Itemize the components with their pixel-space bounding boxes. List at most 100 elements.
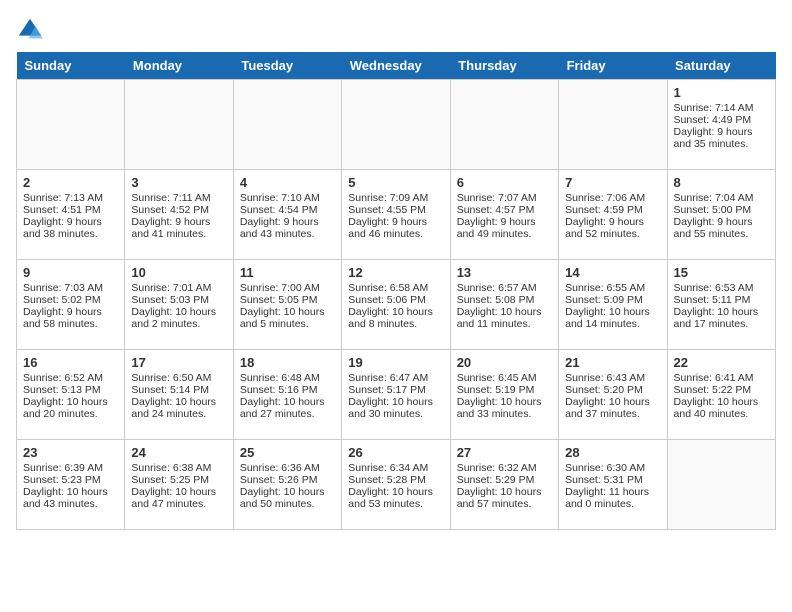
sunrise-text: Sunrise: 7:13 AM <box>23 192 118 204</box>
daylight-text: Daylight: 10 hours and 14 minutes. <box>565 306 660 330</box>
sunset-text: Sunset: 5:17 PM <box>348 384 443 396</box>
daylight-text: Daylight: 10 hours and 27 minutes. <box>240 396 335 420</box>
calendar-cell <box>17 80 125 170</box>
sunset-text: Sunset: 5:19 PM <box>457 384 552 396</box>
day-number: 20 <box>457 355 552 370</box>
sunrise-text: Sunrise: 6:41 AM <box>674 372 769 384</box>
sunset-text: Sunset: 4:57 PM <box>457 204 552 216</box>
sunrise-text: Sunrise: 6:53 AM <box>674 282 769 294</box>
day-number: 8 <box>674 175 769 190</box>
sunset-text: Sunset: 5:28 PM <box>348 474 443 486</box>
sunset-text: Sunset: 5:31 PM <box>565 474 660 486</box>
calendar-cell: 14Sunrise: 6:55 AMSunset: 5:09 PMDayligh… <box>559 260 667 350</box>
logo <box>16 16 48 44</box>
column-header-friday: Friday <box>559 52 667 80</box>
calendar-cell: 22 Sunrise: 6:41 AMSunset: 5:22 PMDayligh… <box>667 350 775 440</box>
day-number: 16 <box>23 355 118 370</box>
daylight-text: Daylight: 9 hours and 41 minutes. <box>131 216 226 240</box>
sunset-text: Sunset: 5:06 PM <box>348 294 443 306</box>
day-number: 10 <box>131 265 226 280</box>
day-number: 12 <box>348 265 443 280</box>
daylight-text: Daylight: 10 hours and 2 minutes. <box>131 306 226 330</box>
daylight-text: Daylight: 10 hours and 11 minutes. <box>457 306 552 330</box>
sunrise-text: Sunrise: 7:00 AM <box>240 282 335 294</box>
calendar-week-row: 23Sunrise: 6:39 AMSunset: 5:23 PMDayligh… <box>17 440 776 530</box>
day-number: 22 <box>674 355 769 370</box>
daylight-text: Daylight: 9 hours and 43 minutes. <box>240 216 335 240</box>
sunset-text: Sunset: 4:51 PM <box>23 204 118 216</box>
calendar-cell: 21Sunrise: 6:43 AMSunset: 5:20 PMDayligh… <box>559 350 667 440</box>
sunset-text: Sunset: 5:20 PM <box>565 384 660 396</box>
calendar-cell: 4Sunrise: 7:10 AMSunset: 4:54 PMDaylight… <box>233 170 341 260</box>
calendar-cell: 18Sunrise: 6:48 AMSunset: 5:16 PMDayligh… <box>233 350 341 440</box>
sunset-text: Sunset: 5:05 PM <box>240 294 335 306</box>
day-number: 19 <box>348 355 443 370</box>
sunrise-text: Sunrise: 7:07 AM <box>457 192 552 204</box>
calendar-cell: 17Sunrise: 6:50 AMSunset: 5:14 PMDayligh… <box>125 350 233 440</box>
calendar-cell: 24Sunrise: 6:38 AMSunset: 5:25 PMDayligh… <box>125 440 233 530</box>
day-number: 15 <box>674 265 769 280</box>
sunset-text: Sunset: 4:54 PM <box>240 204 335 216</box>
sunset-text: Sunset: 5:00 PM <box>674 204 769 216</box>
calendar-cell: 12Sunrise: 6:58 AMSunset: 5:06 PMDayligh… <box>342 260 450 350</box>
column-header-monday: Monday <box>125 52 233 80</box>
sunrise-text: Sunrise: 6:58 AM <box>348 282 443 294</box>
calendar-cell <box>342 80 450 170</box>
calendar-cell: 2Sunrise: 7:13 AMSunset: 4:51 PMDaylight… <box>17 170 125 260</box>
sunset-text: Sunset: 4:52 PM <box>131 204 226 216</box>
sunrise-text: Sunrise: 6:47 AM <box>348 372 443 384</box>
calendar-cell: 23Sunrise: 6:39 AMSunset: 5:23 PMDayligh… <box>17 440 125 530</box>
sunset-text: Sunset: 5:09 PM <box>565 294 660 306</box>
calendar-cell: 16Sunrise: 6:52 AMSunset: 5:13 PMDayligh… <box>17 350 125 440</box>
daylight-text: Daylight: 10 hours and 40 minutes. <box>674 396 769 420</box>
calendar-cell: 19 Sunrise: 6:47 AMSunset: 5:17 PMDayligh… <box>342 350 450 440</box>
sunset-text: Sunset: 5:22 PM <box>674 384 769 396</box>
sunrise-text: Sunrise: 6:43 AM <box>565 372 660 384</box>
column-header-wednesday: Wednesday <box>342 52 450 80</box>
daylight-text: Daylight: 10 hours and 43 minutes. <box>23 486 118 510</box>
sunset-text: Sunset: 5:02 PM <box>23 294 118 306</box>
calendar-cell <box>233 80 341 170</box>
calendar-cell: 11Sunrise: 7:00 AMSunset: 5:05 PMDayligh… <box>233 260 341 350</box>
day-number: 6 <box>457 175 552 190</box>
calendar-week-row: 1Sunrise: 7:14 AMSunset: 4:49 PMDaylight… <box>17 80 776 170</box>
calendar-cell <box>450 80 558 170</box>
day-number: 25 <box>240 445 335 460</box>
day-number: 18 <box>240 355 335 370</box>
column-header-thursday: Thursday <box>450 52 558 80</box>
sunrise-text: Sunrise: 6:36 AM <box>240 462 335 474</box>
calendar-week-row: 16Sunrise: 6:52 AMSunset: 5:13 PMDayligh… <box>17 350 776 440</box>
page-header <box>16 16 776 44</box>
sunrise-text: Sunrise: 6:52 AM <box>23 372 118 384</box>
sunset-text: Sunset: 4:59 PM <box>565 204 660 216</box>
column-header-tuesday: Tuesday <box>233 52 341 80</box>
sunset-text: Sunset: 5:29 PM <box>457 474 552 486</box>
day-number: 27 <box>457 445 552 460</box>
daylight-text: Daylight: 11 hours and 0 minutes. <box>565 486 660 510</box>
day-number: 28 <box>565 445 660 460</box>
calendar-cell: 13Sunrise: 6:57 AMSunset: 5:08 PMDayligh… <box>450 260 558 350</box>
day-number: 26 <box>348 445 443 460</box>
sunrise-text: Sunrise: 7:10 AM <box>240 192 335 204</box>
sunrise-text: Sunrise: 7:04 AM <box>674 192 769 204</box>
sunrise-text: Sunrise: 6:39 AM <box>23 462 118 474</box>
daylight-text: Daylight: 10 hours and 53 minutes. <box>348 486 443 510</box>
daylight-text: Daylight: 10 hours and 47 minutes. <box>131 486 226 510</box>
daylight-text: Daylight: 9 hours and 58 minutes. <box>23 306 118 330</box>
day-number: 7 <box>565 175 660 190</box>
sunrise-text: Sunrise: 6:55 AM <box>565 282 660 294</box>
daylight-text: Daylight: 10 hours and 33 minutes. <box>457 396 552 420</box>
daylight-text: Daylight: 10 hours and 24 minutes. <box>131 396 226 420</box>
calendar-cell: 9Sunrise: 7:03 AMSunset: 5:02 PMDaylight… <box>17 260 125 350</box>
daylight-text: Daylight: 10 hours and 30 minutes. <box>348 396 443 420</box>
daylight-text: Daylight: 10 hours and 20 minutes. <box>23 396 118 420</box>
sunset-text: Sunset: 5:08 PM <box>457 294 552 306</box>
calendar-cell: 27Sunrise: 6:32 AMSunset: 5:29 PMDayligh… <box>450 440 558 530</box>
logo-icon <box>16 16 44 44</box>
calendar-week-row: 9Sunrise: 7:03 AMSunset: 5:02 PMDaylight… <box>17 260 776 350</box>
column-header-sunday: Sunday <box>17 52 125 80</box>
daylight-text: Daylight: 9 hours and 55 minutes. <box>674 216 769 240</box>
day-number: 1 <box>674 85 769 100</box>
sunrise-text: Sunrise: 6:57 AM <box>457 282 552 294</box>
daylight-text: Daylight: 9 hours and 35 minutes. <box>674 126 769 150</box>
